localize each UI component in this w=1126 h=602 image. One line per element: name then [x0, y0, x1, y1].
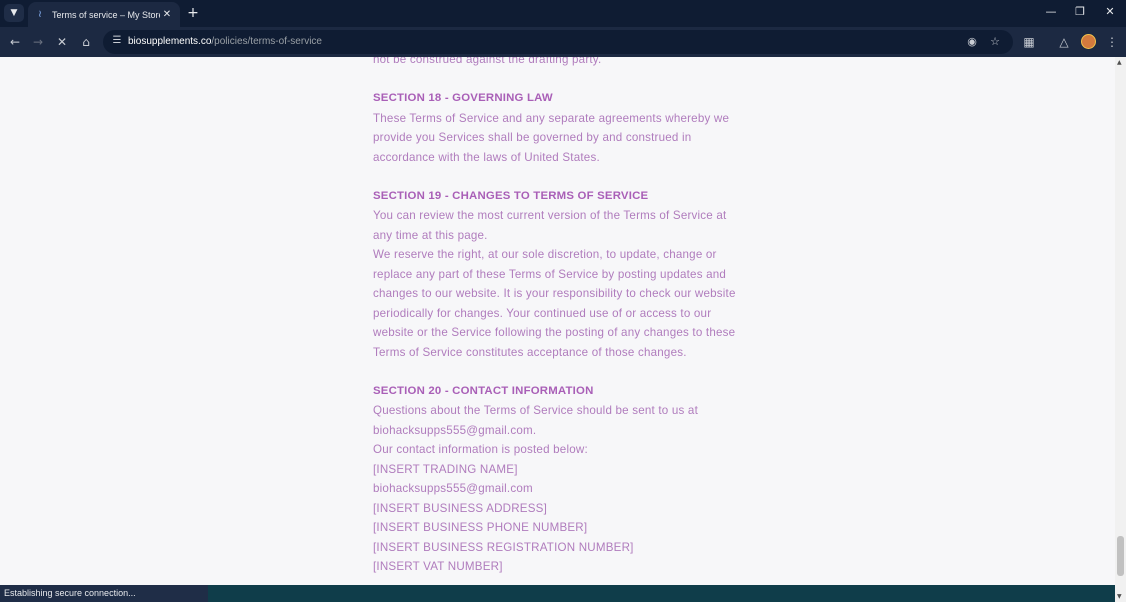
minimize-icon[interactable]: — [1041, 5, 1061, 18]
loading-favicon-icon: ≀ [38, 9, 42, 20]
status-bubble: Establishing secure connection... [0, 585, 208, 602]
text-line: biohacksupps555@gmail.com [373, 482, 533, 495]
text-line: You can review the most current version … [373, 209, 727, 222]
text-line: [INSERT BUSINESS ADDRESS] [373, 501, 548, 515]
url-host: biosupplements.co [128, 36, 212, 47]
scroll-up-arrow-icon[interactable]: ▲ [1117, 59, 1122, 66]
text-line: replace any part of these Terms of Servi… [373, 267, 727, 281]
text-line: provide you Services shall be governed b… [373, 131, 692, 144]
browser-toolbar: ← → ✕ ⌂ ☰ biosupplements.co/policies/ter… [0, 27, 1126, 57]
text-line: accordance with the laws of United State… [373, 150, 600, 164]
terms-of-service-text: not be construed against the drafting pa… [373, 57, 753, 577]
text-line: [INSERT TRADING NAME] [373, 462, 518, 476]
text-line: not be construed against the drafting pa… [373, 57, 602, 66]
section-heading: SECTION 20 - CONTACT INFORMATION [373, 384, 594, 397]
scroll-down-arrow-icon[interactable]: ▼ [1117, 593, 1122, 600]
text-line: These Terms of Service and any separate … [373, 111, 730, 125]
active-tab[interactable]: ≀ Terms of service – My Store ✕ [28, 2, 180, 27]
extensions-puzzle-icon[interactable]: ▦ [1020, 33, 1038, 51]
bookmark-star-icon[interactable]: ☆ [988, 35, 1002, 48]
url-path: /policies/terms-of-service [211, 36, 322, 47]
text-line: website or the Service following the pos… [373, 326, 736, 339]
text-line: [INSERT BUSINESS REGISTRATION NUMBER] [373, 540, 634, 554]
forward-arrow-icon[interactable]: → [29, 33, 47, 51]
text-line: Our contact information is posted below: [373, 443, 588, 456]
restore-icon[interactable]: ❐ [1070, 5, 1090, 18]
window-close-icon[interactable]: ✕ [1100, 5, 1120, 18]
text-line: Terms of Service constitutes acceptance … [373, 345, 687, 359]
text-line: any time at this page. [373, 228, 488, 242]
text-line: periodically for changes. Your continued… [373, 306, 712, 320]
home-icon[interactable]: ⌂ [77, 33, 95, 51]
scrollbar-thumb[interactable] [1117, 536, 1124, 576]
section-heading: SECTION 18 - GOVERNING LAW [373, 92, 553, 104]
tracking-protection-eye-icon[interactable]: ◉ [965, 35, 979, 48]
page-viewport: not be construed against the drafting pa… [0, 57, 1115, 585]
address-bar[interactable]: ☰ biosupplements.co/policies/terms-of-se… [103, 30, 1013, 54]
site-info-icon[interactable]: ☰ [110, 35, 124, 46]
back-arrow-icon[interactable]: ← [6, 33, 24, 51]
new-tab-plus-icon[interactable]: + [185, 5, 201, 21]
text-line: We reserve the right, at our sole discre… [373, 248, 717, 261]
bottom-bar: Establishing secure connection... [0, 585, 1115, 602]
text-line: [INSERT BUSINESS PHONE NUMBER] [373, 521, 588, 534]
url-text[interactable]: biosupplements.co/policies/terms-of-serv… [128, 36, 322, 47]
menu-kebab-icon[interactable]: ⋮ [1103, 33, 1121, 51]
text-line: [INSERT VAT NUMBER] [373, 560, 503, 573]
tab-close-icon[interactable]: ✕ [160, 9, 174, 20]
tab-strip: ▼ ≀ Terms of service – My Store ✕ + — ❐ … [0, 0, 1126, 27]
tab-title: Terms of service – My Store [52, 9, 160, 20]
profile-avatar[interactable] [1081, 34, 1096, 49]
stop-loading-icon[interactable]: ✕ [53, 33, 71, 51]
section-heading: SECTION 19 - CHANGES TO TERMS OF SERVICE [373, 189, 649, 202]
text-line: Questions about the Terms of Service sho… [373, 404, 698, 417]
tab-search-chevron-icon[interactable]: ▼ [4, 4, 24, 22]
vertical-scrollbar[interactable]: ▲ ▼ [1115, 57, 1126, 602]
text-line: biohacksupps555@gmail.com. [373, 423, 537, 437]
text-line: changes to our website. It is your respo… [373, 287, 736, 300]
labs-flask-icon[interactable]: △ [1055, 33, 1073, 51]
